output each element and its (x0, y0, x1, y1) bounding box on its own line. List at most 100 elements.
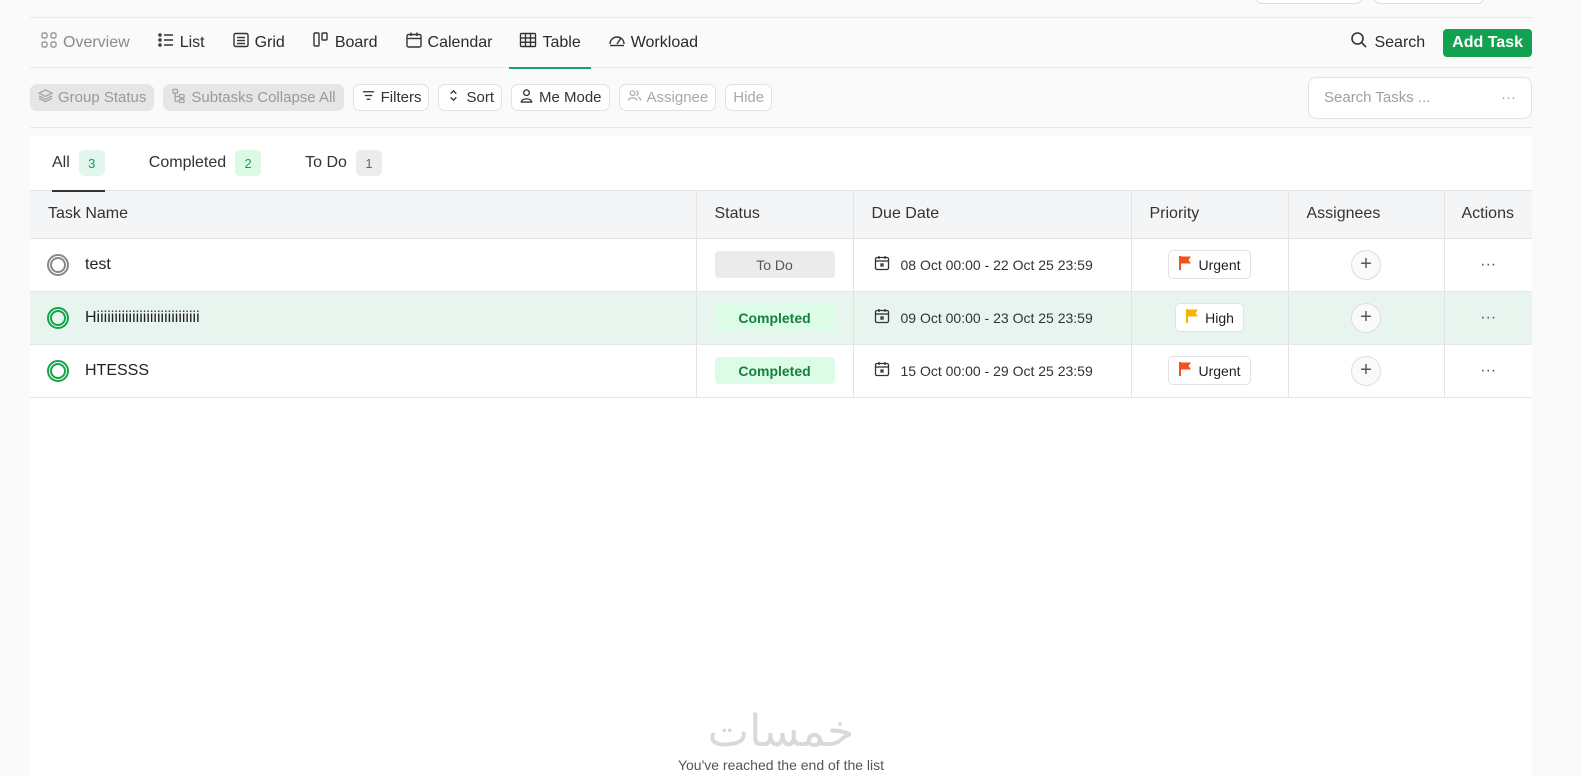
calendar-icon (405, 31, 423, 54)
filter-icon (361, 88, 376, 107)
group-status-button[interactable]: Group Status (30, 84, 155, 111)
tab-label: Grid (254, 33, 285, 51)
priority-label: High (1205, 309, 1234, 326)
task-status-circle-icon[interactable] (47, 253, 69, 276)
search-tasks-placeholder: Search Tasks ... (1324, 89, 1431, 106)
row-actions-menu-icon[interactable]: ··· (1445, 362, 1533, 380)
sort-label: Sort (466, 89, 494, 106)
me-mode-button[interactable]: Me Mode (511, 84, 610, 111)
count-badge: 3 (78, 150, 105, 176)
filter-tab-label: To Do (305, 154, 347, 171)
column-header-task-name[interactable]: Task Name (30, 191, 697, 239)
filter-tab-all[interactable]: All 3 (52, 136, 105, 192)
add-task-button[interactable]: Add Task (1443, 28, 1532, 57)
group-status-label: Group Status (58, 89, 147, 106)
filter-tab-completed[interactable]: Completed 2 (148, 136, 262, 191)
top-ghost-control[interactable] (1256, 0, 1362, 4)
tab-label: Workload (630, 33, 699, 51)
layers-icon (37, 88, 54, 107)
subtasks-collapse-button[interactable]: Subtasks Collapse All (163, 84, 344, 111)
filter-tab-todo[interactable]: To Do 1 (305, 136, 382, 191)
task-name[interactable]: Hiiiiiiiiiiiiiiiiiiiiiiiiiiiii (85, 309, 200, 327)
task-status-circle-icon[interactable] (47, 359, 69, 382)
add-assignee-button[interactable]: + (1351, 249, 1381, 280)
calendar-icon (874, 361, 890, 380)
assignee-button[interactable]: Assignee (618, 84, 717, 111)
priority-badge[interactable]: Urgent (1168, 356, 1251, 385)
tab-board[interactable]: Board (302, 18, 388, 68)
view-switcher-bar: Overview List Grid Board Calendar Table … (30, 18, 1532, 69)
due-date-cell[interactable]: 15 Oct 00:00 - 29 Oct 25 23:59 (854, 361, 1131, 380)
priority-badge[interactable]: Urgent (1168, 250, 1251, 279)
task-name[interactable]: test (85, 256, 111, 274)
flag-icon (1178, 255, 1192, 274)
tab-label: Calendar (427, 33, 493, 51)
khamsat-logo: خمسات (707, 706, 855, 757)
subtasks-label: Subtasks Collapse All (191, 89, 336, 106)
due-date-cell[interactable]: 09 Oct 00:00 - 23 Oct 25 23:59 (854, 308, 1131, 327)
tab-calendar[interactable]: Calendar (395, 18, 503, 68)
tab-label: Board (334, 33, 378, 51)
list-icon (157, 31, 175, 54)
tab-grid[interactable]: Grid (222, 18, 295, 68)
gauge-icon (608, 31, 626, 54)
tab-table[interactable]: Table (509, 18, 591, 69)
add-assignee-button[interactable]: + (1351, 302, 1381, 333)
task-table-panel: All 3 Completed 2 To Do 1 Task Name Stat… (30, 136, 1532, 776)
end-of-list-message: You've reached the end of the list (677, 757, 885, 773)
due-date-text: 15 Oct 00:00 - 29 Oct 25 23:59 (900, 362, 1093, 379)
row-actions-menu-icon[interactable]: ··· (1445, 256, 1533, 274)
search-icon (1350, 31, 1368, 54)
search-label: Search (1374, 33, 1426, 51)
row-actions-menu-icon[interactable]: ··· (1445, 309, 1533, 327)
tab-label: List (179, 33, 205, 51)
hide-button[interactable]: Hide (725, 84, 773, 111)
filter-tab-label: All (52, 154, 70, 171)
search-button[interactable]: Search (1350, 31, 1425, 54)
table-row[interactable]: Hiiiiiiiiiiiiiiiiiiiiiiiiiiiii Completed… (30, 291, 1533, 345)
table-toolbar: Group Status Subtasks Collapse All Filte… (30, 68, 1532, 128)
table-row[interactable]: HTESSS Completed 15 Oct 00:00 - 29 Oct 2… (30, 344, 1533, 398)
add-assignee-button[interactable]: + (1351, 355, 1381, 386)
column-header-due-date[interactable]: Due Date (853, 191, 1132, 239)
priority-badge[interactable]: High (1175, 303, 1244, 332)
filter-tab-label: Completed (148, 154, 227, 171)
status-filter-tabs: All 3 Completed 2 To Do 1 (30, 136, 1532, 192)
status-badge[interactable]: Completed (714, 357, 835, 384)
users-icon (627, 88, 642, 107)
board-icon (312, 31, 330, 54)
table-icon (519, 31, 537, 54)
task-table: Task Name Status Due Date Priority Assig… (30, 191, 1532, 398)
status-badge[interactable]: Completed (714, 304, 835, 331)
tab-label: Table (542, 33, 581, 51)
task-status-circle-icon[interactable] (47, 306, 69, 329)
filters-button[interactable]: Filters (352, 84, 430, 111)
task-name[interactable]: HTESSS (85, 362, 149, 380)
overview-icon (40, 31, 58, 54)
tab-overview[interactable]: Overview (30, 18, 140, 68)
subtask-tree-icon (171, 88, 186, 107)
status-badge[interactable]: To Do (714, 251, 835, 278)
sort-button[interactable]: Sort (438, 84, 502, 111)
table-header-row: Task Name Status Due Date Priority Assig… (30, 191, 1532, 239)
due-date-cell[interactable]: 08 Oct 00:00 - 22 Oct 25 23:59 (854, 255, 1131, 274)
filters-label: Filters (380, 89, 422, 106)
column-header-status[interactable]: Status (696, 191, 854, 239)
tab-workload[interactable]: Workload (598, 18, 708, 68)
column-header-priority[interactable]: Priority (1131, 191, 1289, 239)
due-date-text: 09 Oct 00:00 - 23 Oct 25 23:59 (900, 309, 1093, 326)
me-mode-label: Me Mode (539, 89, 602, 106)
calendar-icon (874, 255, 890, 274)
top-ghost-control[interactable] (1374, 0, 1484, 4)
priority-label: Urgent (1198, 256, 1241, 273)
more-options-icon[interactable]: ··· (1501, 89, 1516, 106)
column-header-assignees[interactable]: Assignees (1288, 191, 1445, 239)
priority-label: Urgent (1198, 362, 1241, 379)
end-of-list: خمسات You've reached the end of the list (30, 706, 1532, 773)
top-strip (30, 0, 1532, 18)
tab-list[interactable]: List (147, 18, 215, 68)
due-date-text: 08 Oct 00:00 - 22 Oct 25 23:59 (900, 256, 1093, 273)
search-tasks-input[interactable]: Search Tasks ... ··· (1308, 76, 1532, 119)
table-row[interactable]: test To Do 08 Oct 00:00 - 22 Oct 25 23:5… (30, 238, 1533, 292)
flag-icon (1185, 308, 1199, 327)
